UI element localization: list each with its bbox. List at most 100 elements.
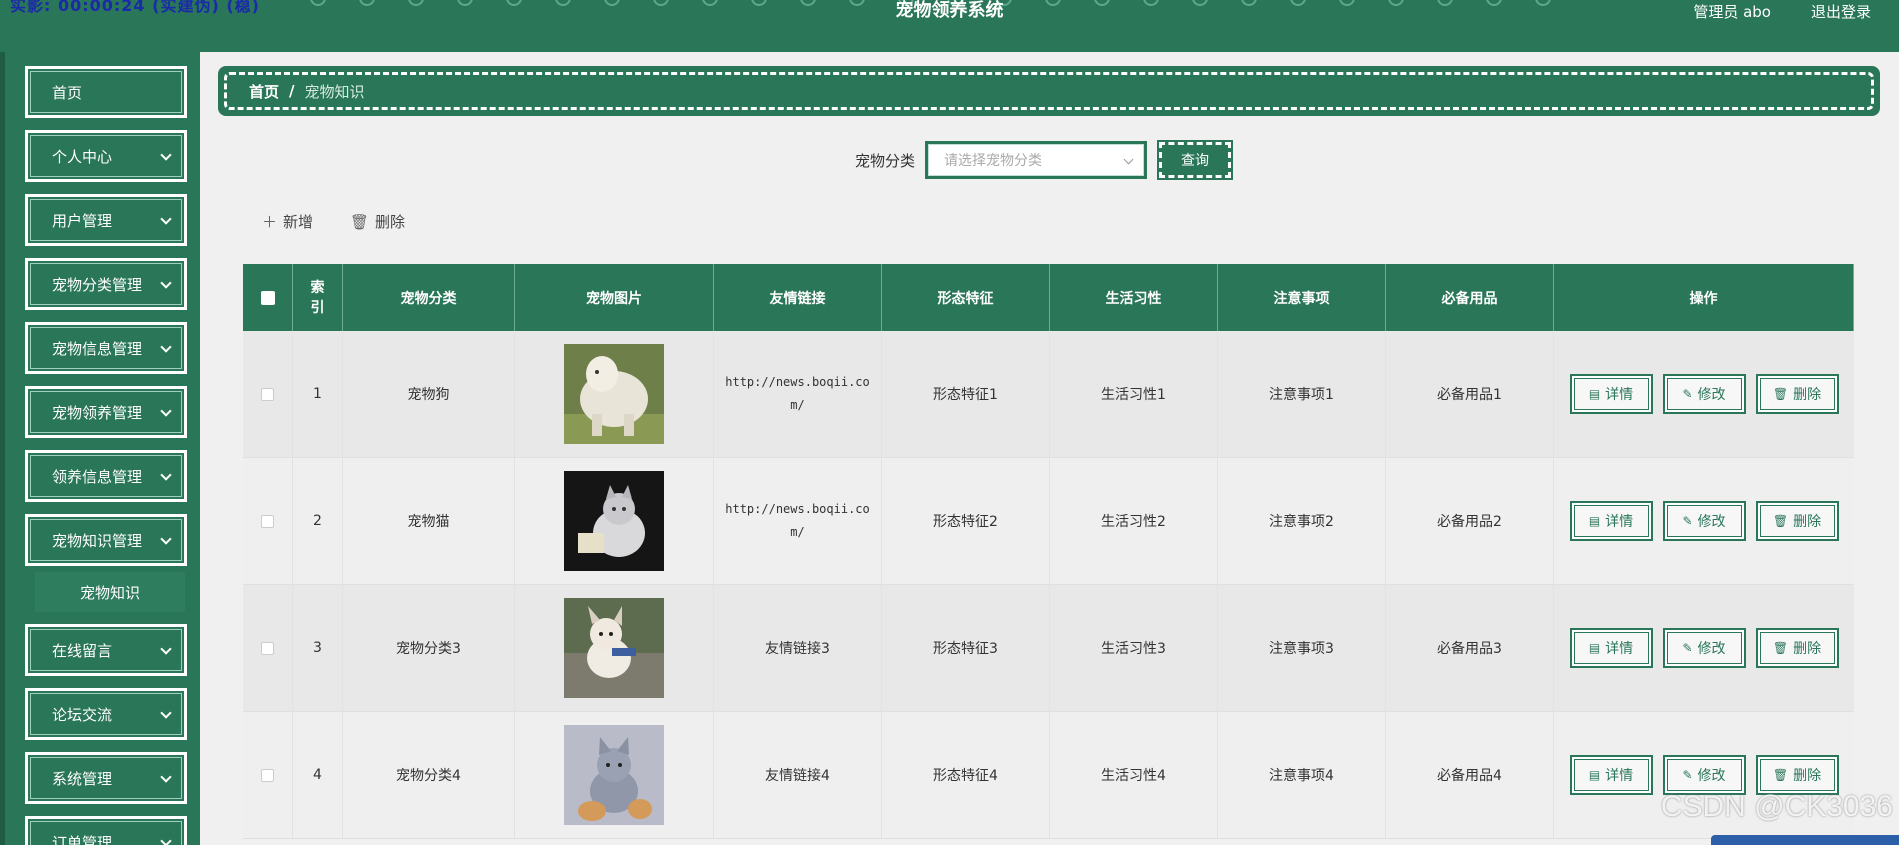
sidebar-item-label: 订单管理 (52, 833, 113, 845)
pet-knowledge-table: 索引 宠物分类 宠物图片 友情链接 形态特征 生活习性 注意事项 必备用品 操作… (243, 264, 1854, 839)
detail-button[interactable]: ▤ 详情 (1569, 755, 1653, 795)
sidebar-item-orders[interactable]: 订单管理 (25, 816, 187, 845)
delete-button[interactable]: 🗑 删除 (1755, 374, 1839, 414)
trash-icon: 🗑 (1772, 387, 1789, 401)
row-index: 1 (293, 331, 343, 457)
sidebar-item-pet-adopt[interactable]: 宠物领养管理 (25, 386, 187, 438)
sidebar-item-home[interactable]: 首页 (25, 66, 187, 118)
row-supplies: 必备用品2 (1386, 458, 1554, 584)
document-icon: ▤ (1588, 768, 1601, 782)
sidebar-item-users[interactable]: 用户管理 (25, 194, 187, 246)
select-all-checkbox[interactable] (260, 290, 275, 305)
add-button-label: 新增 (283, 213, 314, 231)
sidebar-item-messages[interactable]: 在线留言 (25, 624, 187, 676)
delete-button[interactable]: 🗑 删除 (1755, 628, 1839, 668)
delete-button-label: 删除 (375, 213, 406, 231)
delete-button[interactable]: 🗑 删除 (1755, 501, 1839, 541)
category-filter-label: 宠物分类 (855, 152, 916, 170)
row-link[interactable]: 友情链接4 (714, 712, 882, 838)
column-header-supplies: 必备用品 (1386, 264, 1554, 331)
row-form: 形态特征3 (882, 585, 1050, 711)
row-checkbox[interactable] (261, 387, 274, 401)
trash-icon: 🗑 (1772, 514, 1789, 528)
plus-icon: ＋ (262, 213, 278, 231)
bulk-delete-button[interactable]: 🗑 删除 (350, 211, 405, 232)
logout-link[interactable]: 退出登录 (1811, 1, 1871, 22)
document-icon: ▤ (1588, 641, 1601, 655)
row-habit: 生活习性3 (1050, 585, 1218, 711)
pet-image-bulldog[interactable] (564, 598, 664, 698)
sidebar-item-label: 宠物分类管理 (52, 275, 143, 294)
chevron-down-icon (160, 533, 172, 545)
chevron-down-icon (160, 149, 172, 161)
sidebar-item-pet-info[interactable]: 宠物信息管理 (25, 322, 187, 374)
detail-button[interactable]: ▤ 详情 (1569, 374, 1653, 414)
pencil-icon: ✎ (1682, 641, 1693, 655)
row-form: 形态特征4 (882, 712, 1050, 838)
sidebar-subitem-pet-knowledge[interactable]: 宠物知识 (35, 572, 185, 612)
sidebar-item-label: 宠物信息管理 (52, 339, 143, 358)
detail-button[interactable]: ▤ 详情 (1569, 628, 1653, 668)
taskbar-fragment (1711, 835, 1899, 845)
column-header-index: 索引 (293, 264, 343, 331)
column-header-form: 形态特征 (882, 264, 1050, 331)
edit-button[interactable]: ✎ 修改 (1662, 501, 1746, 541)
row-supplies: 必备用品4 (1386, 712, 1554, 838)
sidebar-item-label: 宠物知识管理 (52, 531, 143, 550)
row-link[interactable]: http://news.boqii.com/ (723, 498, 873, 544)
row-notes: 注意事项4 (1218, 712, 1386, 838)
table-row: 4 宠物分类4 友情链接4 形态特征4 生活习性4 注意事项4 必备用品4 ▤ 详… (243, 712, 1854, 839)
pet-image-cat[interactable] (564, 471, 664, 571)
edit-button[interactable]: ✎ 修改 (1662, 755, 1746, 795)
pet-image-kitten[interactable] (564, 725, 664, 825)
column-header-habit: 生活习性 (1050, 264, 1218, 331)
row-index: 4 (293, 712, 343, 838)
row-link[interactable]: 友情链接3 (714, 585, 882, 711)
add-button[interactable]: ＋ 新增 (262, 211, 313, 232)
pencil-icon: ✎ (1682, 387, 1693, 401)
row-notes: 注意事项3 (1218, 585, 1386, 711)
top-header: 实影: 00:00:24 (实建伪) (稳) 宠物领养系统 管理员 abo 退出… (0, 0, 1899, 52)
table-header: 索引 宠物分类 宠物图片 友情链接 形态特征 生活习性 注意事项 必备用品 操作 (243, 264, 1854, 331)
search-button[interactable]: 查询 (1157, 140, 1233, 180)
row-checkbox[interactable] (261, 514, 274, 528)
chevron-down-icon (160, 643, 172, 655)
table-row: 3 宠物分类3 友情链接3 形态特征3 生活习性3 注意事项3 必备用品3 ▤ 详… (243, 585, 1854, 712)
sidebar-item-label: 在线留言 (52, 641, 113, 660)
row-notes: 注意事项2 (1218, 458, 1386, 584)
row-index: 3 (293, 585, 343, 711)
breadcrumb-home[interactable]: 首页 (249, 81, 279, 102)
row-supplies: 必备用品1 (1386, 331, 1554, 457)
chevron-down-icon (160, 771, 172, 783)
edit-button[interactable]: ✎ 修改 (1662, 374, 1746, 414)
breadcrumb-current: 宠物知识 (304, 82, 365, 101)
chevron-down-icon (160, 405, 172, 417)
sidebar-item-adopt-info[interactable]: 领养信息管理 (25, 450, 187, 502)
row-link[interactable]: http://news.boqii.com/ (723, 371, 873, 417)
row-checkbox[interactable] (261, 641, 274, 655)
category-select[interactable]: 请选择宠物分类 (925, 141, 1147, 179)
watermark-text: CSDN @CK3036 (1660, 790, 1893, 823)
sidebar-item-pet-knowledge[interactable]: 宠物知识管理 (25, 514, 187, 566)
breadcrumb-separator: / (289, 82, 295, 100)
pet-image-dog[interactable] (564, 344, 664, 444)
row-category: 宠物分类3 (343, 585, 515, 711)
chevron-down-icon (160, 213, 172, 225)
sidebar-item-system[interactable]: 系统管理 (25, 752, 187, 804)
column-header-category: 宠物分类 (343, 264, 515, 331)
delete-button[interactable]: 🗑 删除 (1755, 755, 1839, 795)
sidebar-item-profile[interactable]: 个人中心 (25, 130, 187, 182)
row-category: 宠物分类4 (343, 712, 515, 838)
sidebar-item-forum[interactable]: 论坛交流 (25, 688, 187, 740)
select-all-cell[interactable] (243, 264, 293, 331)
pencil-icon: ✎ (1682, 768, 1693, 782)
sidebar-item-pet-category[interactable]: 宠物分类管理 (25, 258, 187, 310)
edit-button[interactable]: ✎ 修改 (1662, 628, 1746, 668)
breadcrumb: 首页 / 宠物知识 (218, 66, 1880, 116)
chevron-down-icon (160, 835, 172, 845)
chevron-down-icon (160, 469, 172, 481)
trash-icon: 🗑 (350, 212, 370, 231)
detail-button[interactable]: ▤ 详情 (1569, 501, 1653, 541)
sidebar-item-label: 个人中心 (52, 147, 113, 166)
row-checkbox[interactable] (261, 768, 274, 782)
